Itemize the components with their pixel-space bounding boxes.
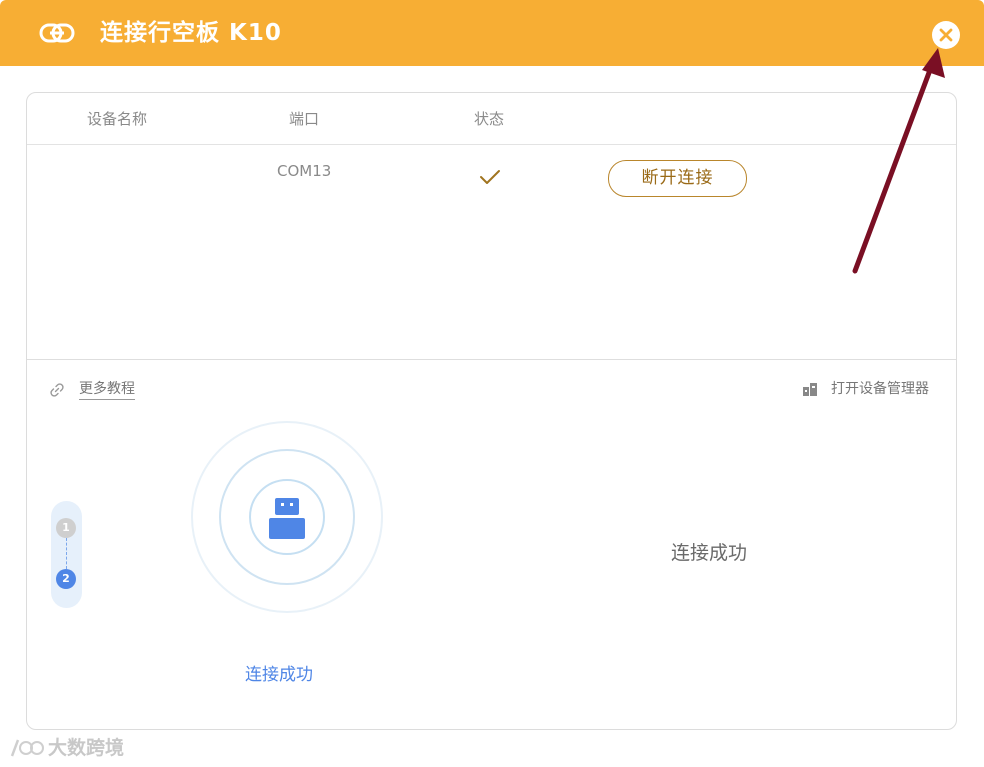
divider	[27, 359, 956, 360]
step-1: 1	[56, 518, 76, 538]
step-indicator: 1 2	[51, 501, 82, 608]
close-icon	[939, 28, 953, 42]
connection-rings	[191, 421, 383, 613]
watermark-logo-icon	[10, 739, 44, 757]
open-device-manager-label: 打开设备管理器	[831, 381, 929, 397]
close-button[interactable]	[932, 21, 960, 49]
device-panel: 设备名称 端口 状态 COM13 断开连接 更多教程 打开设备管理器 1 2 连…	[26, 92, 957, 730]
device-manager-icon	[803, 383, 817, 396]
connection-success-message: 连接成功	[671, 542, 748, 564]
column-header-device-name: 设备名称	[87, 110, 148, 128]
port-cell: COM13	[277, 162, 332, 180]
table-header: 设备名称 端口 状态	[27, 93, 956, 145]
dialog-title: 连接行空板 K10	[100, 20, 282, 46]
checkmark-icon	[480, 170, 500, 184]
column-header-status: 状态	[474, 110, 505, 128]
more-tutorials-label: 更多教程	[79, 380, 135, 400]
watermark-text: 大数跨境	[48, 737, 125, 759]
watermark: 大数跨境	[8, 736, 124, 760]
link-icon	[50, 383, 64, 397]
link-icon	[39, 23, 75, 43]
connection-status-caption: 连接成功	[245, 665, 313, 685]
disconnect-button[interactable]: 断开连接	[608, 160, 747, 197]
usb-device-icon	[269, 498, 305, 539]
dialog-header: 连接行空板 K10	[0, 0, 984, 66]
step-connector	[66, 538, 67, 569]
step-2: 2	[56, 569, 76, 589]
column-header-port: 端口	[289, 110, 320, 128]
connect-dialog: 连接行空板 K10 设备名称 端口 状态 COM13 断开连接 更多教程 打开设…	[0, 0, 984, 767]
